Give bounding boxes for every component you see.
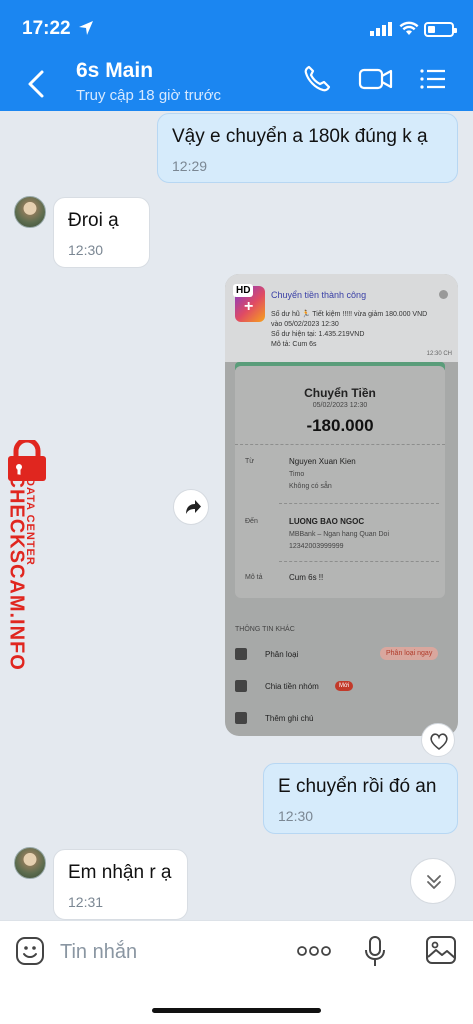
- note-row: Thêm ghi chú: [235, 706, 450, 736]
- from-name: Nguyen Xuan Kien: [289, 457, 356, 466]
- scroll-to-bottom-button[interactable]: [410, 858, 456, 904]
- sticker-icon[interactable]: [14, 935, 46, 967]
- description-label: Mô tả: [245, 574, 263, 581]
- message-input[interactable]: Tin nhắn: [60, 941, 137, 964]
- transfer-amount: -180.000: [306, 416, 374, 435]
- message-time: 12:31: [68, 894, 104, 910]
- notification-time: 12:30 CH: [426, 351, 452, 357]
- more-icon[interactable]: [296, 941, 332, 961]
- description-value: Cum 6s !!: [289, 573, 324, 582]
- message-text: E chuyển rồi đó an: [278, 776, 437, 797]
- phone-icon[interactable]: [302, 64, 332, 94]
- split-row: Chia tiền nhóm Mới: [235, 674, 450, 704]
- wifi-icon: [399, 21, 419, 35]
- home-indicator: [152, 1008, 321, 1013]
- other-info-title: THÔNG TIN KHÁC: [235, 626, 295, 633]
- last-seen-status: Truy cập 18 giờ trước: [76, 87, 222, 104]
- message-time: 12:30: [278, 808, 314, 824]
- transfer-date: 05/02/2023 12:30: [312, 402, 368, 409]
- cellular-signal-icon: [370, 22, 392, 36]
- forward-arrow-icon: [186, 500, 201, 514]
- video-call-icon[interactable]: [358, 64, 394, 94]
- category-row: Phân loại Phân loại ngay: [235, 642, 450, 672]
- message-bubble-incoming[interactable]: Em nhận r ạ 12:31: [53, 849, 188, 920]
- new-badge: Mới: [335, 681, 354, 691]
- transfer-card: Chuyển Tiền 05/02/2023 12:30 -180.000 Từ…: [235, 366, 445, 598]
- bank-app-logo: HD +: [233, 284, 265, 322]
- watermark-text: CHECKSCAM.INFO: [5, 473, 28, 671]
- message-text: Em nhận r ạ: [68, 862, 172, 883]
- battery-icon: [424, 22, 457, 37]
- message-bubble-incoming[interactable]: Đroi ạ 12:30: [53, 197, 150, 268]
- close-icon: [439, 290, 448, 299]
- microphone-icon[interactable]: [362, 935, 388, 969]
- status-time: 17:22: [22, 18, 71, 39]
- double-chevron-down-icon: [427, 875, 441, 889]
- category-tag: Phân loại ngay: [380, 647, 439, 660]
- message-bubble-outgoing[interactable]: Vậy e chuyển a 180k đúng k ạ 12:29: [157, 113, 458, 183]
- notification-body: Số dư hũ 🏃 Tiết kiệm !!!!! vừa giảm 180.…: [271, 311, 428, 348]
- from-bank: Timo: [289, 471, 305, 478]
- notification-title: Chuyển tiền thành công: [271, 290, 367, 300]
- pencil-icon: [235, 712, 247, 724]
- contact-avatar[interactable]: [14, 847, 46, 879]
- menu-icon[interactable]: [418, 64, 448, 94]
- to-bank: MBBank – Ngan hang Quan Doi: [289, 531, 390, 538]
- bank-notification: HD + Chuyển tiền thành công Số dư hũ 🏃 T…: [225, 274, 458, 362]
- heart-icon: [430, 733, 448, 751]
- hd-badge: HD: [233, 284, 254, 297]
- transfer-title: Chuyển Tiền: [304, 386, 376, 400]
- tag-icon: [235, 648, 247, 660]
- image-icon[interactable]: [425, 935, 457, 965]
- watermark: DATA CENTER CHECKSCAM.INFO: [0, 432, 60, 672]
- message-text: Vậy e chuyển a 180k đúng k ạ: [172, 126, 428, 147]
- contact-avatar[interactable]: [14, 196, 46, 228]
- back-icon[interactable]: [22, 64, 52, 104]
- message-bubble-outgoing[interactable]: E chuyển rồi đó an 12:30: [263, 763, 458, 834]
- message-text: Đroi ạ: [68, 210, 119, 231]
- status-bar: 17:22: [0, 12, 473, 44]
- to-label: Đến: [245, 518, 258, 525]
- reaction-button[interactable]: [421, 723, 455, 757]
- message-time: 12:30: [68, 242, 104, 258]
- forward-button[interactable]: [173, 489, 209, 525]
- from-label: Từ: [245, 458, 254, 465]
- from-account: Không có sẵn: [289, 483, 332, 490]
- chat-header: 17:22 6s Main Truy cập 18 giờ trước: [0, 0, 473, 111]
- to-account: 12342003999999: [289, 543, 344, 550]
- shared-image-receipt[interactable]: HD + Chuyển tiền thành công Số dư hũ 🏃 T…: [225, 274, 458, 736]
- list-icon: [235, 680, 247, 692]
- location-arrow-icon: [79, 21, 93, 35]
- to-name: LUONG BAO NGOC: [289, 517, 365, 526]
- chat-title[interactable]: 6s Main: [76, 59, 153, 83]
- message-time: 12:29: [172, 158, 208, 174]
